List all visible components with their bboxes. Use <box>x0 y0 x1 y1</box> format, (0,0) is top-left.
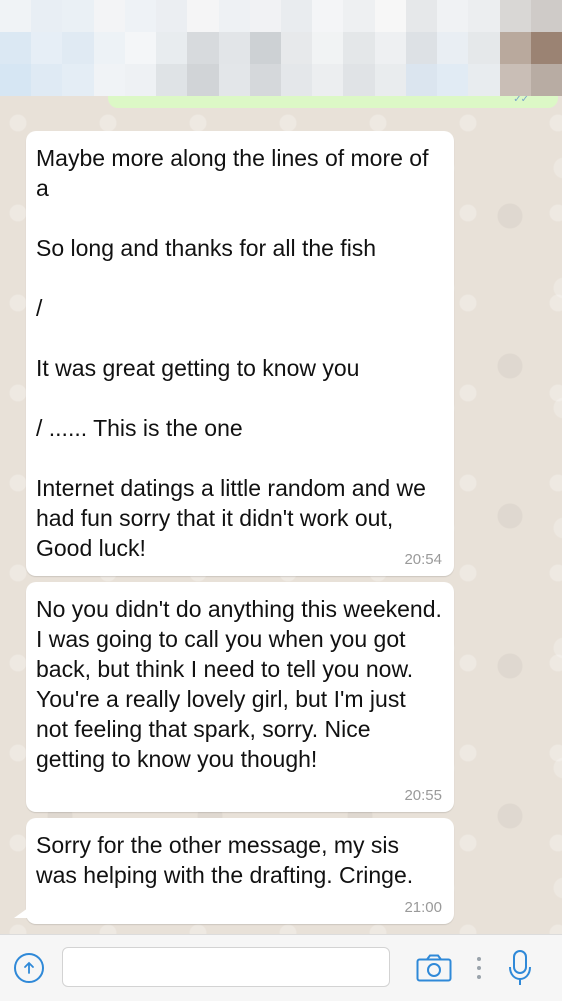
blurred-header <box>0 0 562 96</box>
blur-pixel <box>499 64 531 96</box>
message-text: Maybe more along the lines of more of a … <box>36 145 429 561</box>
message-text: No you didn't do anything this weekend. … <box>36 596 449 772</box>
blur-pixel <box>187 32 219 64</box>
blur-pixel <box>187 0 219 32</box>
blur-pixel <box>437 64 469 96</box>
blur-pixel <box>280 32 313 64</box>
blur-pixel <box>156 0 188 32</box>
blur-pixel <box>437 32 469 64</box>
blur-pixel <box>93 0 125 32</box>
blur-pixel <box>499 0 531 32</box>
camera-icon[interactable] <box>416 954 452 982</box>
blur-pixel <box>0 32 32 64</box>
plus-circle-icon[interactable] <box>14 953 44 983</box>
blur-pixel <box>249 32 281 64</box>
blur-pixel <box>437 0 469 32</box>
microphone-icon[interactable] <box>508 949 532 987</box>
blur-pixel <box>374 0 406 32</box>
blur-pixel <box>312 0 344 32</box>
blur-pixel <box>343 64 375 96</box>
blur-pixel <box>124 64 157 96</box>
blur-pixel <box>249 64 281 96</box>
blur-pixel <box>343 0 375 32</box>
blur-pixel <box>156 32 188 64</box>
blur-pixel <box>62 64 94 96</box>
read-receipt-icon: ✓✓ <box>513 96 529 105</box>
blur-pixel <box>218 32 250 64</box>
up-arrow-icon <box>24 961 34 974</box>
blur-pixel <box>312 32 344 64</box>
blur-pixel <box>62 0 94 32</box>
blur-pixel <box>499 32 531 64</box>
incoming-message-3[interactable]: Sorry for the other message, my sis was … <box>14 818 454 924</box>
blur-pixel <box>218 64 250 96</box>
blur-pixel <box>530 0 562 32</box>
blur-pixel <box>93 64 125 96</box>
incoming-message-2[interactable]: No you didn't do anything this weekend. … <box>26 582 454 812</box>
blur-pixel <box>31 64 63 96</box>
blur-pixel <box>312 64 344 96</box>
blur-pixel <box>405 0 438 32</box>
incoming-message-1[interactable]: Maybe more along the lines of more of a … <box>26 131 454 576</box>
blur-pixel <box>374 32 406 64</box>
blur-pixel <box>62 32 94 64</box>
blur-pixel <box>187 64 219 96</box>
message-input-bar <box>0 934 562 1001</box>
blur-pixel <box>374 64 406 96</box>
blur-pixel <box>249 0 281 32</box>
blur-pixel <box>405 32 438 64</box>
message-input[interactable] <box>62 947 390 987</box>
blur-pixel <box>468 64 500 96</box>
blur-pixel <box>343 32 375 64</box>
blur-pixel <box>280 0 313 32</box>
blur-pixel <box>468 0 500 32</box>
blur-pixel <box>468 32 500 64</box>
blur-pixel <box>31 0 63 32</box>
blur-pixel <box>31 32 63 64</box>
blur-pixel <box>530 64 562 96</box>
blur-pixel <box>218 0 250 32</box>
blur-pixel <box>0 0 32 32</box>
message-time: 20:54 <box>404 551 442 568</box>
message-time: 21:00 <box>404 899 442 916</box>
blur-pixel <box>0 64 32 96</box>
blur-pixel <box>530 32 562 64</box>
blur-pixel <box>405 64 438 96</box>
blur-pixel <box>280 64 313 96</box>
message-time: 20:55 <box>404 787 442 804</box>
blur-pixel <box>124 0 157 32</box>
more-dots-icon[interactable] <box>476 955 482 981</box>
message-text: Sorry for the other message, my sis was … <box>36 832 414 888</box>
outgoing-message-partial[interactable]: ✓✓ <box>108 96 558 108</box>
blur-pixel <box>124 32 157 64</box>
bubble-tail <box>14 908 28 918</box>
blur-pixel <box>93 32 125 64</box>
blur-pixel <box>156 64 188 96</box>
